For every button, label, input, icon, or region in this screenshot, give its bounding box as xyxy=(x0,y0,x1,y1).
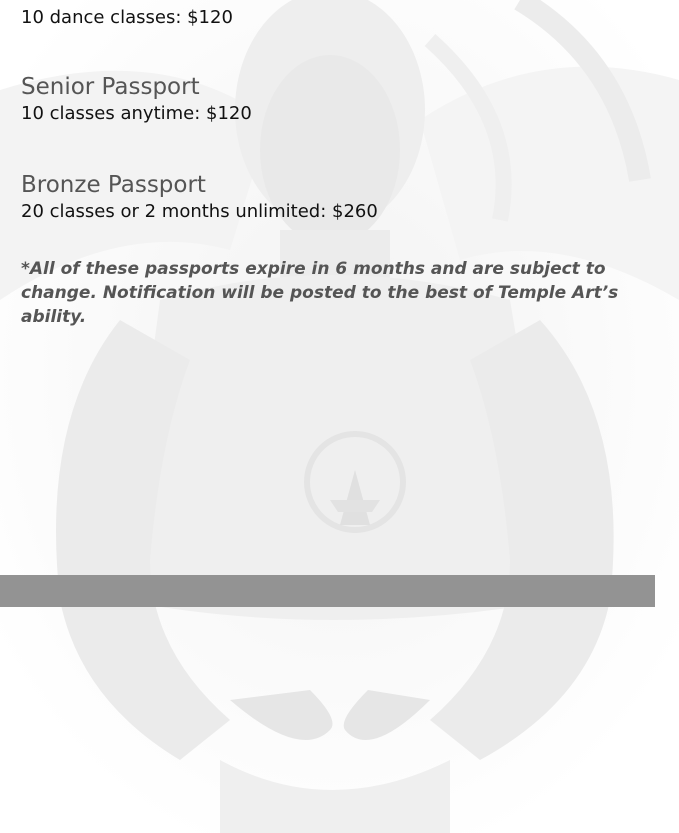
senior-passport-title: Senior Passport xyxy=(21,74,200,100)
senior-passport: Senior Passport 10 classes anytime: $120 xyxy=(21,73,252,127)
dance-passport-price: 10 dance classes: $120 xyxy=(21,7,233,28)
bronze-passport-title: Bronze Passport xyxy=(21,172,206,198)
expiration-note: *All of these passports expire in 6 mont… xyxy=(21,259,619,327)
bronze-passport: Bronze Passport 20 classes or 2 months u… xyxy=(21,171,378,225)
gray-divider-bar xyxy=(0,575,655,607)
senior-passport-desc: 10 classes anytime: $120 xyxy=(21,103,252,124)
bronze-passport-desc: 20 classes or 2 months unlimited: $260 xyxy=(21,201,378,222)
